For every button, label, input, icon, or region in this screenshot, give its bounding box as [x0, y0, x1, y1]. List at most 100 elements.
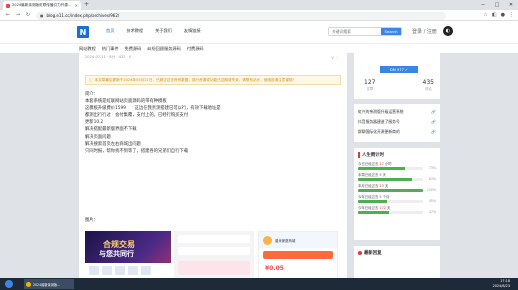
windows-taskbar: 2024最新亲测版... 17:18 2024/6/23	[0, 278, 518, 290]
browser-menu-icon[interactable]: ⋮	[509, 11, 514, 20]
body-line: 这模板升级费价1599 这边在我亲测搭建已可以行，有效下载地址是	[85, 106, 221, 112]
widget-title: 人生倒计时	[362, 153, 384, 158]
url-omnibox[interactable]: ● blog.e11.cc/index.php/archives/962/	[36, 11, 446, 20]
site-logo[interactable]: N	[77, 26, 89, 38]
new-tab-button[interactable]: +	[84, 1, 89, 8]
countdown-row: 今年已经过去 172 天 47%	[358, 205, 436, 214]
subnav-paid-source[interactable]: 付费源码	[187, 46, 204, 52]
progress-percent: 45%	[428, 199, 436, 203]
latest-replies-widget: 最新回复	[354, 246, 440, 278]
author-stats: 127 文章 435 评论	[364, 79, 434, 91]
images-label: 图片：	[85, 218, 98, 223]
list-item[interactable]: 抖音服务器建造了服务号 🔗	[358, 117, 436, 127]
stat-comments: 435 评论	[422, 79, 434, 91]
tab-close-icon[interactable]: ×	[75, 3, 78, 8]
link-icon: 🔗	[431, 109, 436, 114]
body-line: 都测出行行过 会付集覆，支付上的，已经行购买支付	[85, 113, 189, 119]
body-line: 解决搭配最新版界面不下载	[85, 127, 137, 133]
body-line: 解决搜索首页左右商城出问题	[85, 141, 141, 147]
taskbar-app-title: 2024最新亲测版...	[33, 282, 61, 287]
browser-tab-bar: 2024最新亲测版虹联传播引力开源... × + ─ □ ✕	[0, 0, 518, 10]
search-button[interactable]: Search	[381, 28, 401, 35]
start-button[interactable]	[5, 280, 13, 288]
shot1-subtitle: 与您共同行	[99, 250, 134, 258]
subnav-site-tutorials[interactable]: 网站教程	[79, 46, 96, 52]
progress-bar	[358, 199, 423, 203]
nav-about[interactable]: 关于我们	[155, 28, 172, 34]
profile-icon[interactable]: ●	[501, 11, 505, 20]
countdown-row: 本周已经过去 5 天 83%	[358, 172, 436, 181]
bookmark-star-icon[interactable]: ☆	[483, 11, 487, 20]
shop-name: 普米家夏商城	[275, 238, 296, 243]
outdated-notice: ⓘ 本文章最后更新于2024年05月21日，已超过过去所有数据，部分资源或功能已…	[85, 75, 341, 85]
browser-toolbar-icons: ☆ ◧ ● ⋮	[483, 11, 514, 20]
site-header: N 首页 技术教程 关于我们 友情链接 Search 登录 / 注册 ◐	[0, 21, 518, 43]
avatar	[263, 235, 272, 245]
body-line: 简介：	[85, 92, 98, 97]
link-icon: 🔗	[431, 129, 436, 134]
login-link[interactable]: 登录 / 注册	[412, 28, 437, 35]
progress-bar	[358, 177, 423, 181]
chrome-icon	[26, 281, 31, 287]
shop-price: ¥0.05	[265, 265, 284, 272]
progress-bar	[358, 188, 423, 192]
section-marker-icon	[358, 152, 360, 158]
body-line: 本套系统是虹联网站页面源码的带有种模板	[85, 99, 167, 105]
progress-fill	[358, 188, 423, 192]
link-icon: 🔗	[431, 119, 436, 124]
tab-title: 2024最新亲测版虹联传播引力开源...	[12, 3, 72, 7]
browser-tab[interactable]: 2024最新亲测版虹联传播引力开源... ×	[3, 1, 81, 10]
countdown-row: 今日已经过去 17 小时 73%	[358, 161, 436, 170]
back-button[interactable]: ←	[4, 11, 12, 20]
site-favicon-icon	[6, 3, 10, 8]
reload-button[interactable]: ↻	[24, 11, 32, 20]
system-clock[interactable]: 17:18 2024/6/23	[493, 279, 510, 289]
site-search: Search	[328, 27, 402, 36]
extensions-icon[interactable]: ◧	[492, 11, 497, 20]
article-actions[interactable]: V ⋮	[331, 55, 339, 60]
lock-icon: ●	[40, 13, 44, 18]
article-body: 简介： 本套系统是虹联网站页面源码的带有种模板 这模板升级费价1599 这边在我…	[85, 91, 335, 155]
list-item[interactable]: 虹兴的亲测版升级运营系统 🔗	[358, 107, 436, 117]
progress-fill	[358, 166, 406, 170]
countdown-row: 今年已经过去 5 个月 45%	[358, 194, 436, 203]
progress-percent: 47%	[428, 210, 436, 214]
subnav-hot-events[interactable]: 热门事件	[102, 46, 119, 52]
recommended-links: 虹兴的亲测版升级运营系统 🔗 抖音服务器建造了服务号 🔗 群聊国际化开源更新商的 🔗	[354, 104, 440, 142]
search-input[interactable]	[329, 28, 381, 35]
category-nav: 网站教程 热门事件 免费源码 纠纷回顾服务源码 付费源码	[0, 43, 518, 53]
subscribe-badge[interactable]: DM 977 ✓	[380, 66, 418, 73]
maximize-button[interactable]: □	[490, 0, 504, 10]
stat-posts: 127 文章	[364, 79, 376, 91]
main-nav: 首页 技术教程 关于我们 友情链接	[106, 28, 201, 34]
nav-tutorials[interactable]: 技术教程	[126, 28, 143, 34]
screenshot-image-2[interactable]	[174, 231, 254, 278]
nav-links[interactable]: 友情链接	[184, 28, 201, 34]
widget-title: 最新回复	[364, 251, 382, 256]
minimize-button[interactable]: ─	[476, 0, 490, 10]
progress-percent: 100%	[426, 188, 436, 192]
screenshot-image-3[interactable]: 普米家夏商城 ¥0.05	[258, 231, 338, 278]
progress-fill	[358, 210, 389, 214]
progress-fill	[358, 177, 412, 181]
dark-mode-toggle-icon[interactable]: ◐	[442, 26, 453, 36]
list-item[interactable]: 群聊国际化开源更新商的 🔗	[358, 127, 436, 137]
taskbar-chrome-app[interactable]: 2024最新亲测版...	[24, 279, 74, 289]
user-area: 登录 / 注册 ◐	[412, 26, 453, 36]
progress-bar	[358, 210, 423, 214]
nav-home[interactable]: 首页	[106, 28, 114, 34]
info-icon: ⓘ	[89, 77, 93, 82]
subnav-dispute-source[interactable]: 纠纷回顾服务源码	[147, 46, 181, 52]
screenshot-image-1[interactable]: 合规交易 与您共同行	[85, 231, 171, 278]
subnav-free-source[interactable]: 免费源码	[125, 46, 142, 52]
progress-fill	[358, 199, 388, 203]
progress-percent: 73%	[428, 166, 436, 170]
article-card: 2024-07-21 · 8分 · 432 · 0 V ⋮ ⓘ 本文章最后更新于…	[79, 53, 347, 278]
forward-button[interactable]: →	[14, 11, 22, 20]
close-window-button[interactable]: ✕	[504, 0, 518, 10]
life-countdown-widget: 人生倒计时 今日已经过去 17 小时 73% 本周已经过去 5 天 83% 本月已经过去…	[354, 148, 440, 240]
url-text: blog.e11.cc/index.php/archives/962/	[46, 13, 120, 18]
author-card: DM 977 ✓ 127 文章 435 评论	[354, 53, 440, 99]
fire-icon	[358, 251, 362, 255]
progress-bar	[358, 166, 423, 170]
